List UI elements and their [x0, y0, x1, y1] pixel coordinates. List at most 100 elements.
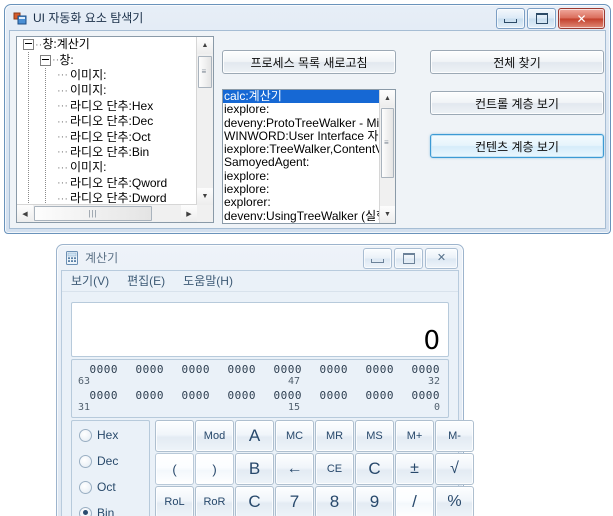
close-button[interactable]: ✕: [558, 8, 605, 29]
radio-hex[interactable]: Hex: [79, 428, 118, 442]
find-all-button[interactable]: 전체 찾기: [430, 50, 604, 74]
list-item[interactable]: devenv:UsingTreeWalker (실행: [223, 209, 380, 223]
tree-node[interactable]: ··· 이미지:: [17, 68, 197, 83]
tree-node[interactable]: ··· 라디오 단추:Oct: [17, 129, 197, 144]
keypad-button-Mplus[interactable]: M+: [395, 420, 434, 452]
binary-nibble[interactable]: 0000: [366, 363, 395, 376]
binary-nibble[interactable]: 0000: [90, 389, 119, 402]
tree-node[interactable]: ··· 라디오 단추:Bin: [17, 145, 197, 160]
tree-connector: ···: [57, 146, 68, 159]
menu-view[interactable]: 보기(V): [62, 271, 118, 291]
keypad-button-MS[interactable]: MS: [355, 420, 394, 452]
keypad-button-divide[interactable]: /: [395, 486, 434, 516]
tree-node[interactable]: ··· 라디오 단추:Qword: [17, 176, 197, 191]
radio-bin[interactable]: Bin: [79, 506, 114, 516]
tree-vscroll-thumb[interactable]: ≡: [198, 56, 212, 88]
calculator-titlebar[interactable]: 계산기 ✕: [57, 245, 463, 270]
keypad-button-Mminus[interactable]: M-: [435, 420, 474, 452]
explorer-titlebar[interactable]: UI 자동화 요소 탐색기 ✕: [5, 5, 610, 30]
keypad-button-label: C: [248, 492, 261, 511]
keypad-button-rparen[interactable]: ): [195, 453, 234, 485]
keypad-button-Mod[interactable]: Mod: [195, 420, 234, 452]
list-item[interactable]: iexplore:TreeWalker,ContentVie: [223, 142, 380, 156]
keypad-button-backspace[interactable]: ←: [275, 453, 314, 485]
binary-nibble[interactable]: 0000: [228, 389, 257, 402]
minimize-button[interactable]: [496, 8, 525, 29]
calculator-client-area: 보기(V) 편집(E) 도움말(H) 0 0000 0000 0000 0000 000…: [61, 270, 474, 516]
list-vscroll-thumb[interactable]: ≡: [381, 108, 394, 178]
close-button[interactable]: ✕: [425, 248, 458, 269]
refresh-process-list-button[interactable]: 프로세스 목록 새로고침: [222, 50, 396, 74]
maximize-button[interactable]: [527, 8, 556, 29]
tree-node[interactable]: ··· 이미지:: [17, 83, 197, 98]
radio-dec[interactable]: Dec: [79, 454, 118, 468]
list-item[interactable]: iexplore:: [223, 182, 380, 196]
process-listbox[interactable]: calc:계산기 iexplore: deveny:ProtoTreeWalker …: [222, 89, 396, 224]
view-content-tree-button[interactable]: 컨텐츠 계층 보기: [430, 134, 604, 158]
tree-vertical-scrollbar[interactable]: ▲ ≡ ▼: [196, 37, 213, 205]
tree-connector: ···: [57, 161, 68, 174]
keypad-button-MC[interactable]: MC: [275, 420, 314, 452]
binary-nibble[interactable]: 0000: [412, 389, 441, 402]
minimize-button[interactable]: [363, 248, 392, 269]
scroll-left-arrow[interactable]: ◀: [17, 205, 33, 222]
tree-hscroll-thumb[interactable]: |||: [34, 206, 152, 221]
radio-oct[interactable]: Oct: [79, 480, 116, 494]
binary-nibble[interactable]: 0000: [274, 389, 303, 402]
keypad-button-B[interactable]: B: [235, 453, 274, 485]
menu-edit[interactable]: 편집(E): [118, 271, 174, 291]
binary-nibble[interactable]: 0000: [90, 363, 119, 376]
keypad-button-CE[interactable]: CE: [315, 453, 354, 485]
binary-nibble[interactable]: 0000: [182, 389, 211, 402]
element-tree[interactable]: ·· 창:계산기 ·· 창: ··· 이미지: ··· 이미지: ··· 라디오 단추:Hex ··…: [16, 36, 214, 223]
keypad-button-lparen[interactable]: (: [155, 453, 194, 485]
keypad-button-A[interactable]: A: [235, 420, 274, 452]
list-item[interactable]: WINWORD:User Interface 자동화: [223, 129, 380, 143]
scroll-down-arrow[interactable]: ▼: [197, 188, 213, 205]
tree-node[interactable]: ··· 라디오 단추:Hex: [17, 99, 197, 114]
binary-nibble[interactable]: 0000: [136, 363, 165, 376]
keypad-button-9[interactable]: 9: [355, 486, 394, 516]
menu-help[interactable]: 도움말(H): [174, 271, 242, 291]
scroll-down-arrow[interactable]: ▼: [380, 206, 395, 223]
tree-horizontal-scrollbar[interactable]: ◀ ||| ▶: [17, 204, 197, 222]
collapse-icon[interactable]: [23, 39, 34, 51]
keypad-button-sqrt[interactable]: √: [435, 453, 474, 485]
scroll-up-arrow[interactable]: ▲: [197, 37, 213, 54]
keypad-button-C[interactable]: C: [235, 486, 274, 516]
keypad-button-RoL[interactable]: RoL: [155, 486, 194, 516]
tree-node[interactable]: ··· 이미지:: [17, 160, 197, 175]
binary-bit-display[interactable]: 0000 0000 0000 0000 0000 0000 0000 0000 63 47 32 0…: [71, 359, 449, 418]
keypad-button-plusminusminus[interactable]: ±: [395, 453, 434, 485]
list-item[interactable]: iexplore:: [223, 169, 380, 183]
binary-nibble[interactable]: 0000: [366, 389, 395, 402]
keypad-button-7[interactable]: 7: [275, 486, 314, 516]
scroll-right-arrow[interactable]: ▶: [181, 205, 197, 222]
binary-nibble[interactable]: 0000: [228, 363, 257, 376]
collapse-icon[interactable]: [40, 54, 51, 66]
keypad-button-C[interactable]: C: [355, 453, 394, 485]
keypad-button-MR[interactable]: MR: [315, 420, 354, 452]
scroll-up-arrow[interactable]: ▲: [380, 90, 395, 107]
binary-nibble[interactable]: 0000: [274, 363, 303, 376]
keypad-button-8[interactable]: 8: [315, 486, 354, 516]
tree-node[interactable]: ·· 창:계산기: [17, 37, 197, 52]
list-item[interactable]: calc:계산기: [223, 90, 380, 104]
binary-nibble[interactable]: 0000: [412, 363, 441, 376]
maximize-button[interactable]: [394, 248, 423, 269]
list-item[interactable]: deveny:ProtoTreeWalker - Micr: [223, 116, 380, 130]
list-item[interactable]: SamoyedAgent:: [223, 156, 380, 170]
view-control-tree-button[interactable]: 컨트롤 계층 보기: [430, 91, 604, 115]
list-item[interactable]: iexplore:: [223, 102, 380, 116]
keypad-button-percent[interactable]: %: [435, 486, 474, 516]
binary-nibble[interactable]: 0000: [182, 363, 211, 376]
keypad-button-RoR[interactable]: RoR: [195, 486, 234, 516]
tree-node[interactable]: ·· 창:: [17, 52, 197, 67]
tree-node[interactable]: ··· 라디오 단추:Dword: [17, 191, 197, 205]
tree-node[interactable]: ··· 라디오 단추:Dec: [17, 114, 197, 129]
binary-nibble[interactable]: 0000: [320, 363, 349, 376]
binary-nibble[interactable]: 0000: [136, 389, 165, 402]
list-item[interactable]: explorer:: [223, 196, 380, 210]
binary-nibble[interactable]: 0000: [320, 389, 349, 402]
list-vertical-scrollbar[interactable]: ▲ ≡ ▼: [379, 90, 395, 223]
